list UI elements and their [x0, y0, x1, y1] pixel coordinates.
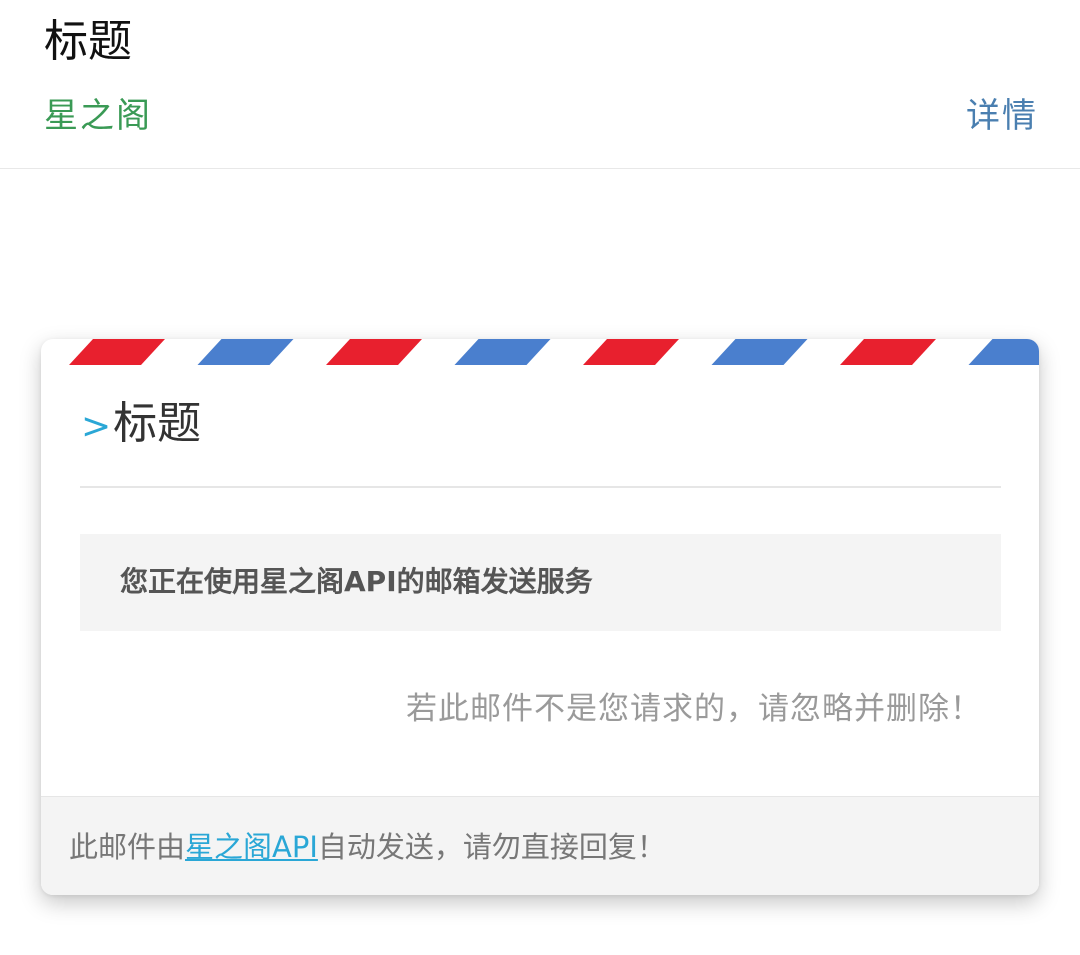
chevron-right-icon: >: [81, 406, 112, 447]
footer-prefix: 此邮件由: [69, 830, 186, 864]
footer-suffix: 自动发送，请勿直接回复！: [317, 830, 666, 864]
message-box: 您正在使用星之阁API的邮箱发送服务: [80, 534, 1001, 631]
airmail-stripe: [197, 339, 294, 365]
footer-link[interactable]: 星之阁API: [185, 830, 318, 864]
airmail-stripe: [711, 339, 808, 365]
airmail-stripe: [326, 339, 422, 365]
card-title: >标题: [81, 397, 201, 454]
footer-text: 此邮件由星之阁API自动发送，请勿直接回复！: [69, 825, 666, 869]
notice-text: 若此邮件不是您请求的，请忽略并删除！: [406, 691, 982, 727]
divider: [80, 486, 1001, 488]
airmail-stripe: [454, 339, 551, 365]
card-title-text: 标题: [113, 398, 202, 449]
email-card: >标题 您正在使用星之阁API的邮箱发送服务 若此邮件不是您请求的，请忽略并删除…: [41, 339, 1039, 895]
airmail-stripes: [69, 339, 1039, 365]
airmail-stripe: [968, 339, 1039, 365]
email-subject: 标题: [44, 16, 132, 67]
details-button[interactable]: 详情: [966, 94, 1038, 138]
airmail-stripe: [69, 339, 165, 365]
airmail-stripe: [840, 339, 936, 365]
email-header: 标题 星之阁 详情: [0, 0, 1080, 169]
sender-name[interactable]: 星之阁: [44, 94, 152, 138]
message-text: 您正在使用星之阁API的邮箱发送服务: [120, 565, 593, 598]
card-footer: 此邮件由星之阁API自动发送，请勿直接回复！: [41, 796, 1039, 895]
airmail-stripe: [583, 339, 679, 365]
